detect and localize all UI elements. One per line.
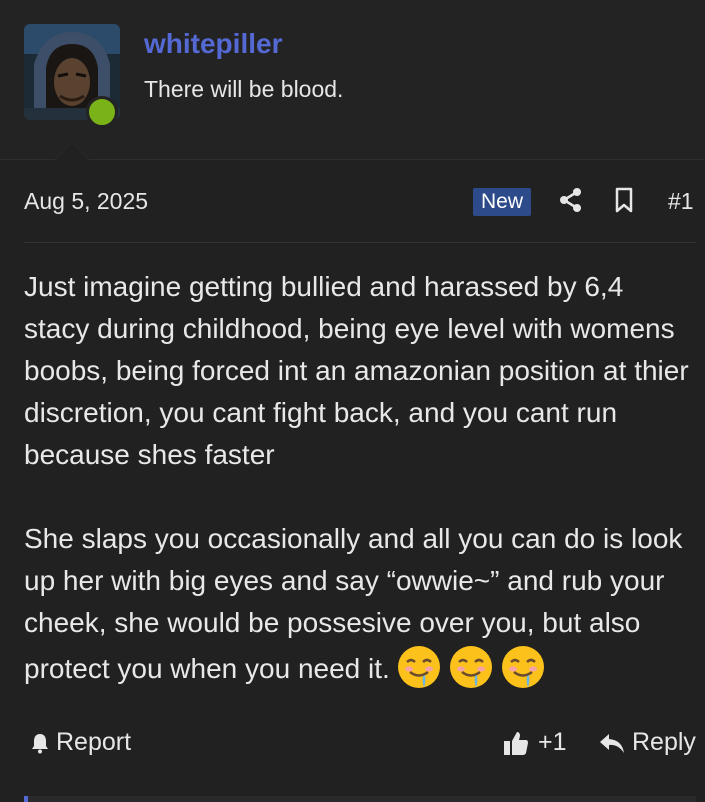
drooling-face-icon <box>397 646 440 688</box>
reply-label: Reply <box>632 728 696 756</box>
post-header: whitepiller There will be blood. <box>0 0 705 161</box>
report-label: Report <box>56 728 132 756</box>
post-body: Just imagine getting bullied and harasse… <box>24 266 696 690</box>
reply-icon <box>600 733 624 753</box>
drooling-face-icon <box>449 646 492 688</box>
online-status-indicator <box>86 96 118 128</box>
post-paragraph-text: She slaps you occasionally and all you c… <box>24 523 683 684</box>
like-count: +1 <box>538 728 567 756</box>
post-paragraph: Just imagine getting bullied and harasse… <box>24 271 689 470</box>
post-meta: Aug 5, 2025 New #1 <box>24 180 696 224</box>
next-post-edge <box>24 796 696 802</box>
username-link[interactable]: whitepiller <box>144 28 282 60</box>
bookmark-icon[interactable] <box>610 186 638 214</box>
reply-button[interactable]: Reply <box>598 728 696 757</box>
post-actions: Report +1 Reply <box>24 724 696 768</box>
message-pointer <box>54 141 90 161</box>
meta-divider <box>24 242 696 243</box>
share-icon[interactable] <box>557 186 585 214</box>
like-button[interactable]: +1 <box>502 728 567 757</box>
post-number-link[interactable]: #1 <box>668 188 694 215</box>
drooling-face-icon <box>501 646 544 688</box>
thumbs-up-icon <box>504 731 528 755</box>
new-badge: New <box>473 188 532 216</box>
post-date[interactable]: Aug 5, 2025 <box>24 188 148 215</box>
post-paragraph-with-emoji: She slaps you occasionally and all you c… <box>24 518 696 690</box>
user-title: There will be blood. <box>144 76 344 102</box>
report-button[interactable]: Report <box>28 728 131 757</box>
bell-icon <box>32 733 48 753</box>
